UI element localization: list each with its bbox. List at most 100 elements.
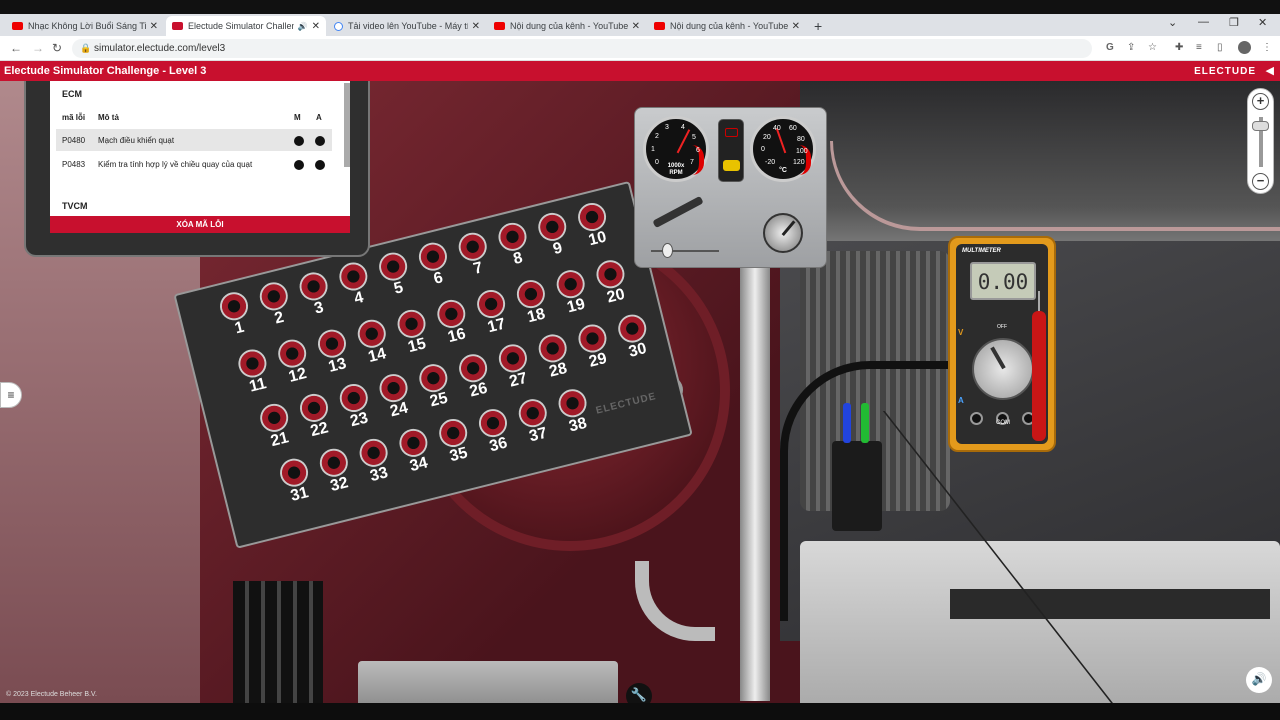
tab-title: Electude Simulator Challenge -	[188, 21, 294, 31]
green-wire[interactable]	[861, 403, 869, 443]
clear-codes-button[interactable]: XÓA MÃ LỖI	[50, 216, 350, 233]
forward-icon[interactable]: →	[32, 41, 44, 55]
zoom-slider-thumb[interactable]	[1252, 121, 1269, 131]
fault-row[interactable]: P0483 Kiểm tra tính hợp lý về chiều quay…	[56, 153, 332, 175]
close-tab-icon[interactable]: ✕	[312, 21, 320, 32]
coolant-pipe	[740, 261, 770, 701]
url-field[interactable]: 🔒 simulator.electude.com/level3	[72, 39, 1092, 58]
tvcm-section-label: TVCM	[62, 201, 88, 211]
tab-title: Tải video lên YouTube - Máy tính	[348, 21, 468, 31]
screen-bottom-bar	[0, 703, 1280, 720]
dial-pointer	[990, 346, 1006, 370]
fault-row[interactable]: P0480 Mạch điều khiển quạt	[56, 129, 332, 151]
amp-label: A	[958, 396, 964, 405]
multimeter-brand: MULTIMETER	[962, 248, 1001, 254]
col-a: A	[316, 113, 322, 122]
temp-tick: 80	[797, 136, 805, 143]
col-m: M	[294, 113, 301, 122]
off-label: OFF	[997, 324, 1007, 330]
sound-icon[interactable]: 🔊	[1246, 667, 1272, 693]
temp-tick: -20	[765, 159, 776, 166]
lock-icon[interactable]: 🔒	[80, 43, 91, 54]
amp-jack[interactable]	[970, 412, 983, 425]
fault-code-screen: ECM mã lỗi Mô tả M A P0480 Mạch điều khi…	[50, 81, 350, 233]
rpm-tick: 3	[665, 124, 669, 131]
ecu-housing	[358, 661, 618, 703]
temp-tick: 120	[793, 159, 805, 166]
tab-title: Nhạc Không Lời Buổi Sáng Tinh T	[28, 21, 146, 31]
fan-connector[interactable]	[832, 441, 882, 531]
col-code: mã lỗi	[62, 113, 86, 122]
ecm-section-label: ECM	[62, 89, 82, 99]
temp-gauge: -20 0 20 40 60 80 100 120 °C	[750, 116, 816, 182]
ignition-switch-knob[interactable]	[763, 213, 803, 253]
rpm-unit: 1000x	[667, 163, 685, 169]
browser-tab-5[interactable]: Nội dung của kênh - YouTube Stu ✕	[648, 16, 806, 36]
plus-icon: +	[814, 18, 823, 34]
avatar[interactable]	[1238, 41, 1251, 54]
fault-desc: Kiểm tra tính hợp lý về chiều quay của q…	[98, 160, 253, 169]
knob-indicator	[781, 220, 796, 237]
reload-icon[interactable]: ↻	[52, 41, 62, 55]
close-window-icon[interactable]: ✕	[1258, 16, 1267, 29]
rpm-gauge: 0 1 2 3 4 5 6 7 1000x RPM	[643, 116, 709, 182]
zoom-out-icon[interactable]: −	[1252, 173, 1269, 190]
throttle-slider-thumb[interactable]	[662, 243, 673, 258]
zoom-in-icon[interactable]: +	[1252, 93, 1269, 110]
google-icon[interactable]: G	[1106, 42, 1114, 53]
scrollbar[interactable]	[344, 83, 350, 167]
collapse-arrow-icon[interactable]: ◀	[1266, 64, 1274, 77]
close-tab-icon[interactable]: ✕	[792, 21, 800, 32]
tab-search-icon[interactable]: ⌄	[1168, 16, 1177, 29]
back-icon[interactable]: ←	[10, 41, 22, 55]
menu-kebab-icon[interactable]: ⋮	[1262, 42, 1272, 53]
sidepanel-icon[interactable]: ▯	[1217, 42, 1223, 53]
rpm-needle	[676, 129, 691, 154]
temp-tick: 40	[773, 125, 781, 132]
browser-tab-3[interactable]: Tải video lên YouTube - Máy tính ✕	[328, 16, 486, 36]
wire-bundle	[233, 581, 323, 703]
fault-m-indicator	[294, 160, 304, 170]
rpm-unit: RPM	[669, 170, 683, 176]
extensions-icon[interactable]: ✚	[1175, 42, 1183, 53]
volt-label: V	[958, 328, 964, 337]
screen-top-bar	[0, 0, 1280, 14]
maximize-icon[interactable]: ❐	[1229, 16, 1239, 29]
red-probe[interactable]	[1032, 311, 1046, 441]
zoom-control: + −	[1247, 88, 1274, 194]
close-tab-icon[interactable]: ✕	[632, 21, 640, 32]
tools-wrench-icon[interactable]: 🔧	[626, 683, 652, 703]
copyright: © 2023 Electude Beheer B.V.	[6, 691, 97, 698]
tab-title: Nội dung của kênh - YouTube Stu	[510, 21, 628, 31]
speaker-icon[interactable]: 🔊	[298, 22, 308, 31]
fault-code: P0480	[62, 136, 86, 145]
warning-lights	[718, 119, 744, 182]
fault-desc: Mạch điều khiển quạt	[98, 136, 175, 145]
youtube-icon	[654, 22, 665, 30]
browser-tab-4[interactable]: Nội dung của kênh - YouTube Stu ✕	[488, 16, 646, 36]
url-text: simulator.electude.com/level3	[94, 43, 226, 54]
browser-tab-1[interactable]: Nhạc Không Lời Buổi Sáng Tinh T ✕	[6, 16, 164, 36]
rpm-tick: 4	[681, 124, 685, 131]
multimeter-range-dial[interactable]	[972, 338, 1034, 400]
blue-wire[interactable]	[843, 403, 851, 443]
reading-list-icon[interactable]: ≡	[1196, 42, 1202, 53]
fault-code-tablet: ECM mã lỗi Mô tả M A P0480 Mạch điều khi…	[24, 81, 370, 257]
rpm-tick: 1	[651, 146, 655, 153]
hood-edge	[830, 141, 1280, 231]
temp-tick: 0	[761, 146, 765, 153]
star-icon[interactable]: ☆	[1148, 42, 1157, 53]
close-tab-icon[interactable]: ✕	[472, 21, 480, 32]
share-icon[interactable]: ⇪	[1127, 42, 1135, 53]
close-tab-icon[interactable]: ✕	[150, 21, 158, 32]
ignition-key-icon[interactable]	[652, 195, 704, 229]
browser-tab-2[interactable]: Electude Simulator Challenge - 🔊 ✕	[166, 16, 326, 36]
google-icon	[334, 21, 343, 31]
fault-a-indicator	[315, 160, 325, 170]
rpm-tick: 5	[692, 134, 696, 141]
temp-tick: 60	[789, 125, 797, 132]
minimize-icon[interactable]: —	[1198, 16, 1209, 28]
new-tab-button[interactable]: +	[808, 16, 828, 36]
youtube-icon	[12, 22, 23, 30]
dashboard-panel: 0 1 2 3 4 5 6 7 1000x RPM -20 0 20 40 60…	[634, 107, 827, 268]
